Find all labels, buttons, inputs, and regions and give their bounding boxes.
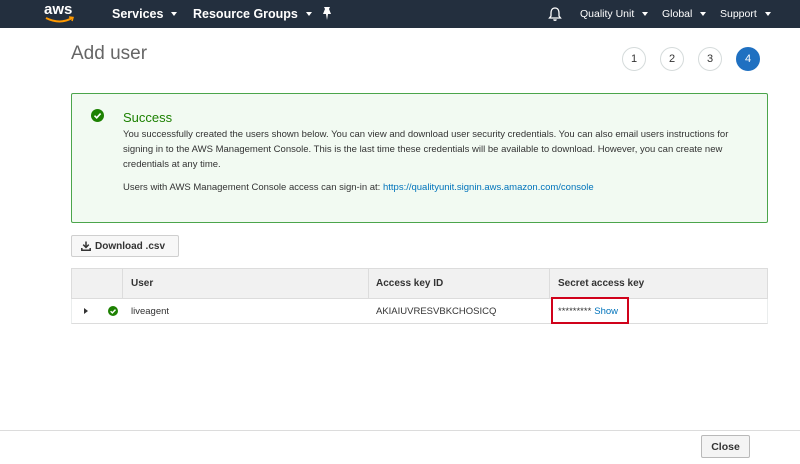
expand-row-icon[interactable] bbox=[84, 308, 88, 314]
cell-access-key-id: AKIAIUVRESVBKCHOSICQ bbox=[376, 306, 497, 317]
column-divider bbox=[368, 269, 369, 299]
top-navigation-bar: aws Services Resource Groups Quality Uni… bbox=[0, 0, 800, 28]
cell-user: liveagent bbox=[131, 306, 170, 317]
column-divider bbox=[549, 269, 550, 299]
header-access-key-id[interactable]: Access key ID bbox=[376, 269, 443, 299]
pin-icon[interactable] bbox=[320, 6, 334, 22]
signin-url-link[interactable]: https://qualityunit.signin.aws.amazon.co… bbox=[383, 182, 594, 193]
region-menu-label: Global bbox=[662, 8, 693, 20]
support-menu[interactable]: Support bbox=[720, 0, 771, 28]
users-table: User Access key ID Secret access key liv… bbox=[71, 268, 768, 324]
step-1[interactable]: 1 bbox=[622, 47, 646, 71]
highlight-box bbox=[551, 297, 629, 324]
download-icon bbox=[81, 241, 91, 251]
bell-icon[interactable] bbox=[548, 6, 562, 22]
step-2[interactable]: 2 bbox=[660, 47, 684, 71]
header-user[interactable]: User bbox=[131, 269, 153, 299]
chevron-down-icon bbox=[171, 12, 178, 16]
check-circle-icon bbox=[91, 109, 104, 122]
close-button[interactable]: Close bbox=[701, 435, 750, 458]
step-4[interactable]: 4 bbox=[736, 47, 760, 71]
services-menu-label: Services bbox=[112, 7, 164, 21]
aws-smile-icon bbox=[45, 16, 74, 23]
table-row: liveagent AKIAIUVRESVBKCHOSICQ *********… bbox=[71, 299, 768, 324]
support-menu-label: Support bbox=[720, 8, 757, 20]
services-menu[interactable]: Services bbox=[112, 0, 178, 28]
download-csv-button[interactable]: Download .csv bbox=[71, 235, 179, 257]
signin-prefix: Users with AWS Management Console access… bbox=[123, 182, 381, 193]
signin-info: Users with AWS Management Console access… bbox=[123, 182, 594, 193]
success-message: You successfully created the users shown… bbox=[123, 129, 729, 170]
table-header: User Access key ID Secret access key bbox=[71, 268, 768, 299]
success-title: Success bbox=[123, 110, 173, 125]
step-3[interactable]: 3 bbox=[698, 47, 722, 71]
resource-groups-menu[interactable]: Resource Groups bbox=[193, 0, 312, 28]
header-secret-access-key[interactable]: Secret access key bbox=[558, 269, 644, 299]
page-title: Add user bbox=[71, 43, 148, 64]
download-csv-label: Download .csv bbox=[95, 240, 166, 252]
success-alert: Success You successfully created the use… bbox=[71, 93, 768, 223]
resource-groups-menu-label: Resource Groups bbox=[193, 7, 298, 21]
account-menu[interactable]: Quality Unit bbox=[580, 0, 649, 28]
chevron-down-icon bbox=[764, 12, 771, 16]
chevron-down-icon bbox=[305, 12, 312, 16]
footer-divider bbox=[0, 430, 800, 431]
chevron-down-icon bbox=[700, 12, 707, 16]
aws-logo-text: aws bbox=[44, 1, 73, 18]
aws-logo[interactable]: aws bbox=[44, 2, 76, 26]
column-divider bbox=[122, 269, 123, 299]
chevron-down-icon bbox=[642, 12, 649, 16]
check-circle-icon bbox=[108, 306, 118, 316]
region-menu[interactable]: Global bbox=[662, 0, 707, 28]
account-menu-label: Quality Unit bbox=[580, 8, 635, 20]
